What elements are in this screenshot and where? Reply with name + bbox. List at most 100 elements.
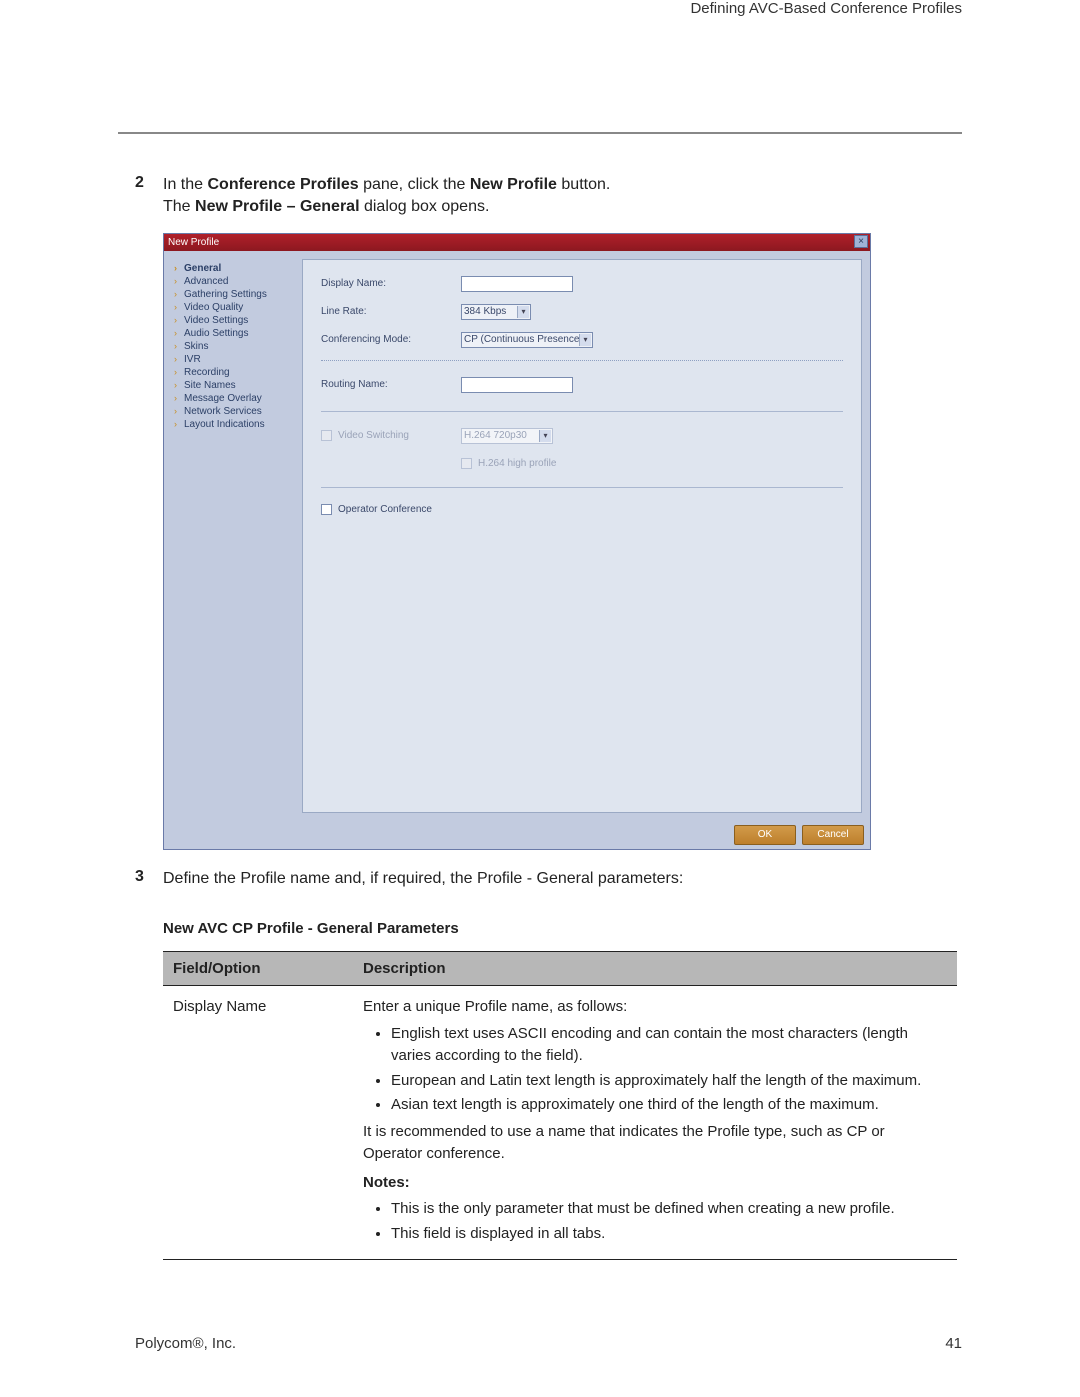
sidebar-item-label: Advanced xyxy=(184,276,228,287)
table-header-description: Description xyxy=(353,952,957,986)
chevron-right-icon: › xyxy=(174,419,184,429)
line-rate-label: Line Rate: xyxy=(321,306,461,317)
sidebar-item-label: IVR xyxy=(184,354,201,365)
sidebar-item-label: General xyxy=(184,263,221,274)
table-row: Display Name Enter a unique Profile name… xyxy=(163,986,957,1260)
chevron-right-icon: › xyxy=(174,289,184,299)
sidebar-item-label: Layout Indications xyxy=(184,419,265,430)
conf-mode-label: Conferencing Mode: xyxy=(321,334,461,345)
chevron-right-icon: › xyxy=(174,367,184,377)
close-icon[interactable]: × xyxy=(854,235,868,248)
new-profile-dialog: New Profile × ›General ›Advanced ›Gather… xyxy=(163,233,871,850)
chevron-down-icon: ▾ xyxy=(517,306,529,318)
dialog-sidebar: ›General ›Advanced ›Gathering Settings ›… xyxy=(164,251,302,821)
table-header-field: Field/Option xyxy=(163,952,353,986)
video-switching-group: Video Switching H.264 720p30 ▾ H.264 hig… xyxy=(321,428,843,469)
footer-company: Polycom®, Inc. xyxy=(135,1335,236,1352)
footer-page-number: 41 xyxy=(945,1335,962,1352)
chevron-right-icon: › xyxy=(174,315,184,325)
sidebar-item-network-services[interactable]: ›Network Services xyxy=(174,406,298,417)
step-3: 3 Define the Profile name and, if requir… xyxy=(135,868,962,890)
notes-label: Notes: xyxy=(363,1172,947,1195)
t: Enter a unique Profile name, as follows: xyxy=(363,998,627,1015)
dialog-titlebar: New Profile × xyxy=(164,234,870,251)
separator xyxy=(321,411,843,412)
sidebar-item-video-quality[interactable]: ›Video Quality xyxy=(174,302,298,313)
video-switching-checkbox xyxy=(321,430,332,441)
conf-mode-select[interactable]: CP (Continuous Presence) ▾ xyxy=(461,332,593,348)
chevron-right-icon: › xyxy=(174,380,184,390)
line-rate-select[interactable]: 384 Kbps ▾ xyxy=(461,304,531,320)
separator xyxy=(321,487,843,488)
dialog-main-panel: Display Name: Line Rate: 384 Kbps ▾ Conf… xyxy=(302,259,862,813)
dialog-title: New Profile xyxy=(168,237,219,248)
sidebar-item-layout-indications[interactable]: ›Layout Indications xyxy=(174,419,298,430)
sidebar-item-message-overlay[interactable]: ›Message Overlay xyxy=(174,393,298,404)
t: Conference Profiles xyxy=(207,176,358,193)
t: It is recommended to use a name that ind… xyxy=(363,1123,885,1163)
sidebar-item-label: Gathering Settings xyxy=(184,289,267,300)
page-header-title: Defining AVC-Based Conference Profiles xyxy=(0,0,962,17)
sidebar-item-video-settings[interactable]: ›Video Settings xyxy=(174,315,298,326)
chevron-right-icon: › xyxy=(174,341,184,351)
chevron-right-icon: › xyxy=(174,393,184,403)
t: New Profile – General xyxy=(195,198,360,215)
video-switching-select: H.264 720p30 ▾ xyxy=(461,428,553,444)
step-3-number: 3 xyxy=(135,868,163,890)
t: The xyxy=(163,198,195,215)
sidebar-item-label: Video Settings xyxy=(184,315,248,326)
sidebar-item-advanced[interactable]: ›Advanced xyxy=(174,276,298,287)
routing-name-input[interactable] xyxy=(461,377,573,393)
t: English text uses ASCII encoding and can… xyxy=(391,1023,947,1068)
sidebar-item-general[interactable]: ›General xyxy=(174,263,298,274)
step-2: 2 In the Conference Profiles pane, click… xyxy=(135,174,962,219)
t: European and Latin text length is approx… xyxy=(391,1070,947,1093)
sidebar-item-ivr[interactable]: ›IVR xyxy=(174,354,298,365)
step-2-text: In the Conference Profiles pane, click t… xyxy=(163,174,610,219)
sidebar-item-skins[interactable]: ›Skins xyxy=(174,341,298,352)
sidebar-item-label: Video Quality xyxy=(184,302,243,313)
t: button. xyxy=(557,176,610,193)
video-switching-select-value: H.264 720p30 xyxy=(464,430,527,441)
t: dialog box opens. xyxy=(360,198,490,215)
table-cell-field: Display Name xyxy=(163,986,353,1260)
h264-high-profile-label: H.264 high profile xyxy=(478,458,556,469)
operator-conference-checkbox[interactable] xyxy=(321,504,332,515)
step-3-text: Define the Profile name and, if required… xyxy=(163,868,683,890)
page-footer: Polycom®, Inc. 41 xyxy=(135,1335,962,1352)
t: New Profile xyxy=(470,176,557,193)
chevron-down-icon: ▾ xyxy=(579,334,591,346)
t: This field is displayed in all tabs. xyxy=(391,1223,947,1246)
sidebar-item-label: Site Names xyxy=(184,380,236,391)
h264-high-profile-checkbox xyxy=(461,458,472,469)
sidebar-item-audio-settings[interactable]: ›Audio Settings xyxy=(174,328,298,339)
ok-button[interactable]: OK xyxy=(734,825,796,845)
sidebar-item-recording[interactable]: ›Recording xyxy=(174,367,298,378)
sidebar-item-label: Message Overlay xyxy=(184,393,262,404)
sidebar-item-label: Audio Settings xyxy=(184,328,249,339)
t: Asian text length is approximately one t… xyxy=(391,1094,947,1117)
chevron-right-icon: › xyxy=(174,406,184,416)
sidebar-item-gathering[interactable]: ›Gathering Settings xyxy=(174,289,298,300)
video-switching-label: Video Switching xyxy=(338,430,409,441)
t: This is the only parameter that must be … xyxy=(391,1198,947,1221)
chevron-down-icon: ▾ xyxy=(539,430,551,442)
step-2-number: 2 xyxy=(135,174,163,219)
chevron-right-icon: › xyxy=(174,328,184,338)
conf-mode-value: CP (Continuous Presence) xyxy=(464,334,583,345)
table-title: New AVC CP Profile - General Parameters xyxy=(163,920,962,937)
display-name-label: Display Name: xyxy=(321,278,461,289)
cancel-button[interactable]: Cancel xyxy=(802,825,864,845)
chevron-right-icon: › xyxy=(174,276,184,286)
dialog-footer: OK Cancel xyxy=(164,821,870,849)
t: In the xyxy=(163,176,207,193)
sidebar-item-site-names[interactable]: ›Site Names xyxy=(174,380,298,391)
display-name-input[interactable] xyxy=(461,276,573,292)
routing-name-label: Routing Name: xyxy=(321,379,461,390)
chevron-right-icon: › xyxy=(174,354,184,364)
sidebar-item-label: Recording xyxy=(184,367,230,378)
parameters-table: Field/Option Description Display Name En… xyxy=(163,951,957,1260)
sidebar-item-label: Skins xyxy=(184,341,208,352)
separator xyxy=(321,360,843,361)
operator-conference-label: Operator Conference xyxy=(338,504,432,515)
